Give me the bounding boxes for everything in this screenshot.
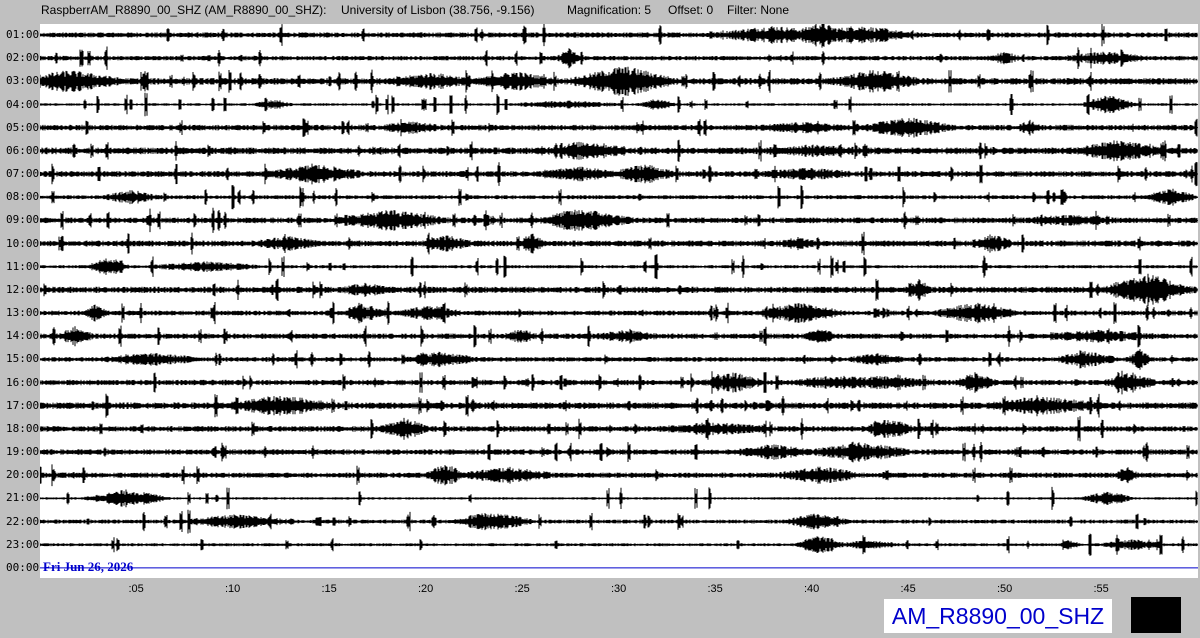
- hour-label: 06:00: [6, 143, 40, 157]
- minute-tick-label: :40: [804, 583, 820, 595]
- minute-tick-label: :30: [611, 583, 627, 595]
- minute-tick-label: :20: [418, 583, 434, 595]
- hour-label: 01:00: [6, 28, 40, 41]
- hour-label: 18:00: [6, 421, 40, 435]
- hour-label: 09:00: [6, 213, 40, 227]
- hour-label: 03:00: [6, 74, 40, 88]
- hour-label: 23:00: [6, 537, 40, 551]
- hour-label: 02:00: [6, 51, 40, 65]
- minute-tick-label: :35: [707, 583, 723, 595]
- location-label: University of Lisbon (38.756, -9.156): [341, 3, 535, 17]
- helicorder-plot: [40, 24, 1198, 578]
- hour-label: 04:00: [6, 97, 40, 111]
- hour-label: 19:00: [6, 445, 40, 459]
- hour-label: 15:00: [6, 352, 40, 366]
- header-bar: RaspberrAM_R8890_00_SHZ (AM_R8890_00_SHZ…: [0, 0, 1200, 20]
- hour-label: 16:00: [6, 375, 40, 389]
- minute-tick-label: :50: [997, 583, 1013, 595]
- station-title: RaspberrAM_R8890_00_SHZ (AM_R8890_00_SHZ…: [41, 3, 327, 17]
- filter-label: Filter: None: [727, 3, 790, 17]
- hour-label: 14:00: [6, 329, 40, 343]
- minute-tick-label: :10: [225, 583, 241, 595]
- seismic-trace: [40, 24, 1198, 48]
- date-label: Fri Jun 26, 2026: [43, 559, 134, 574]
- seismogram-canvas: [40, 24, 1198, 569]
- hour-label: 12:00: [6, 282, 40, 296]
- minute-tick-label: :15: [321, 583, 337, 595]
- hour-label: 08:00: [6, 190, 40, 204]
- minute-tick-label: :25: [514, 583, 530, 595]
- hour-label: 13:00: [6, 306, 40, 320]
- station-code-label: AM_R8890_00_SHZ: [884, 599, 1112, 633]
- offset-label: Offset: 0: [668, 3, 714, 17]
- hour-label: 22:00: [6, 514, 40, 528]
- hour-label: 00:00: [6, 560, 40, 574]
- hour-label: 10:00: [6, 236, 40, 250]
- minute-tick-label: :55: [1093, 583, 1109, 595]
- hour-label: 05:00: [6, 120, 40, 134]
- status-indicator: [1131, 597, 1181, 633]
- hour-label: 20:00: [6, 468, 40, 482]
- hour-label: 11:00: [6, 259, 40, 273]
- hour-label: 17:00: [6, 398, 40, 412]
- minute-tick-label: :05: [128, 583, 144, 595]
- hour-label: 21:00: [6, 491, 40, 505]
- hour-label: 07:00: [6, 167, 40, 181]
- magnification-label: Magnification: 5: [567, 3, 652, 17]
- minute-tick-label: :45: [900, 583, 916, 595]
